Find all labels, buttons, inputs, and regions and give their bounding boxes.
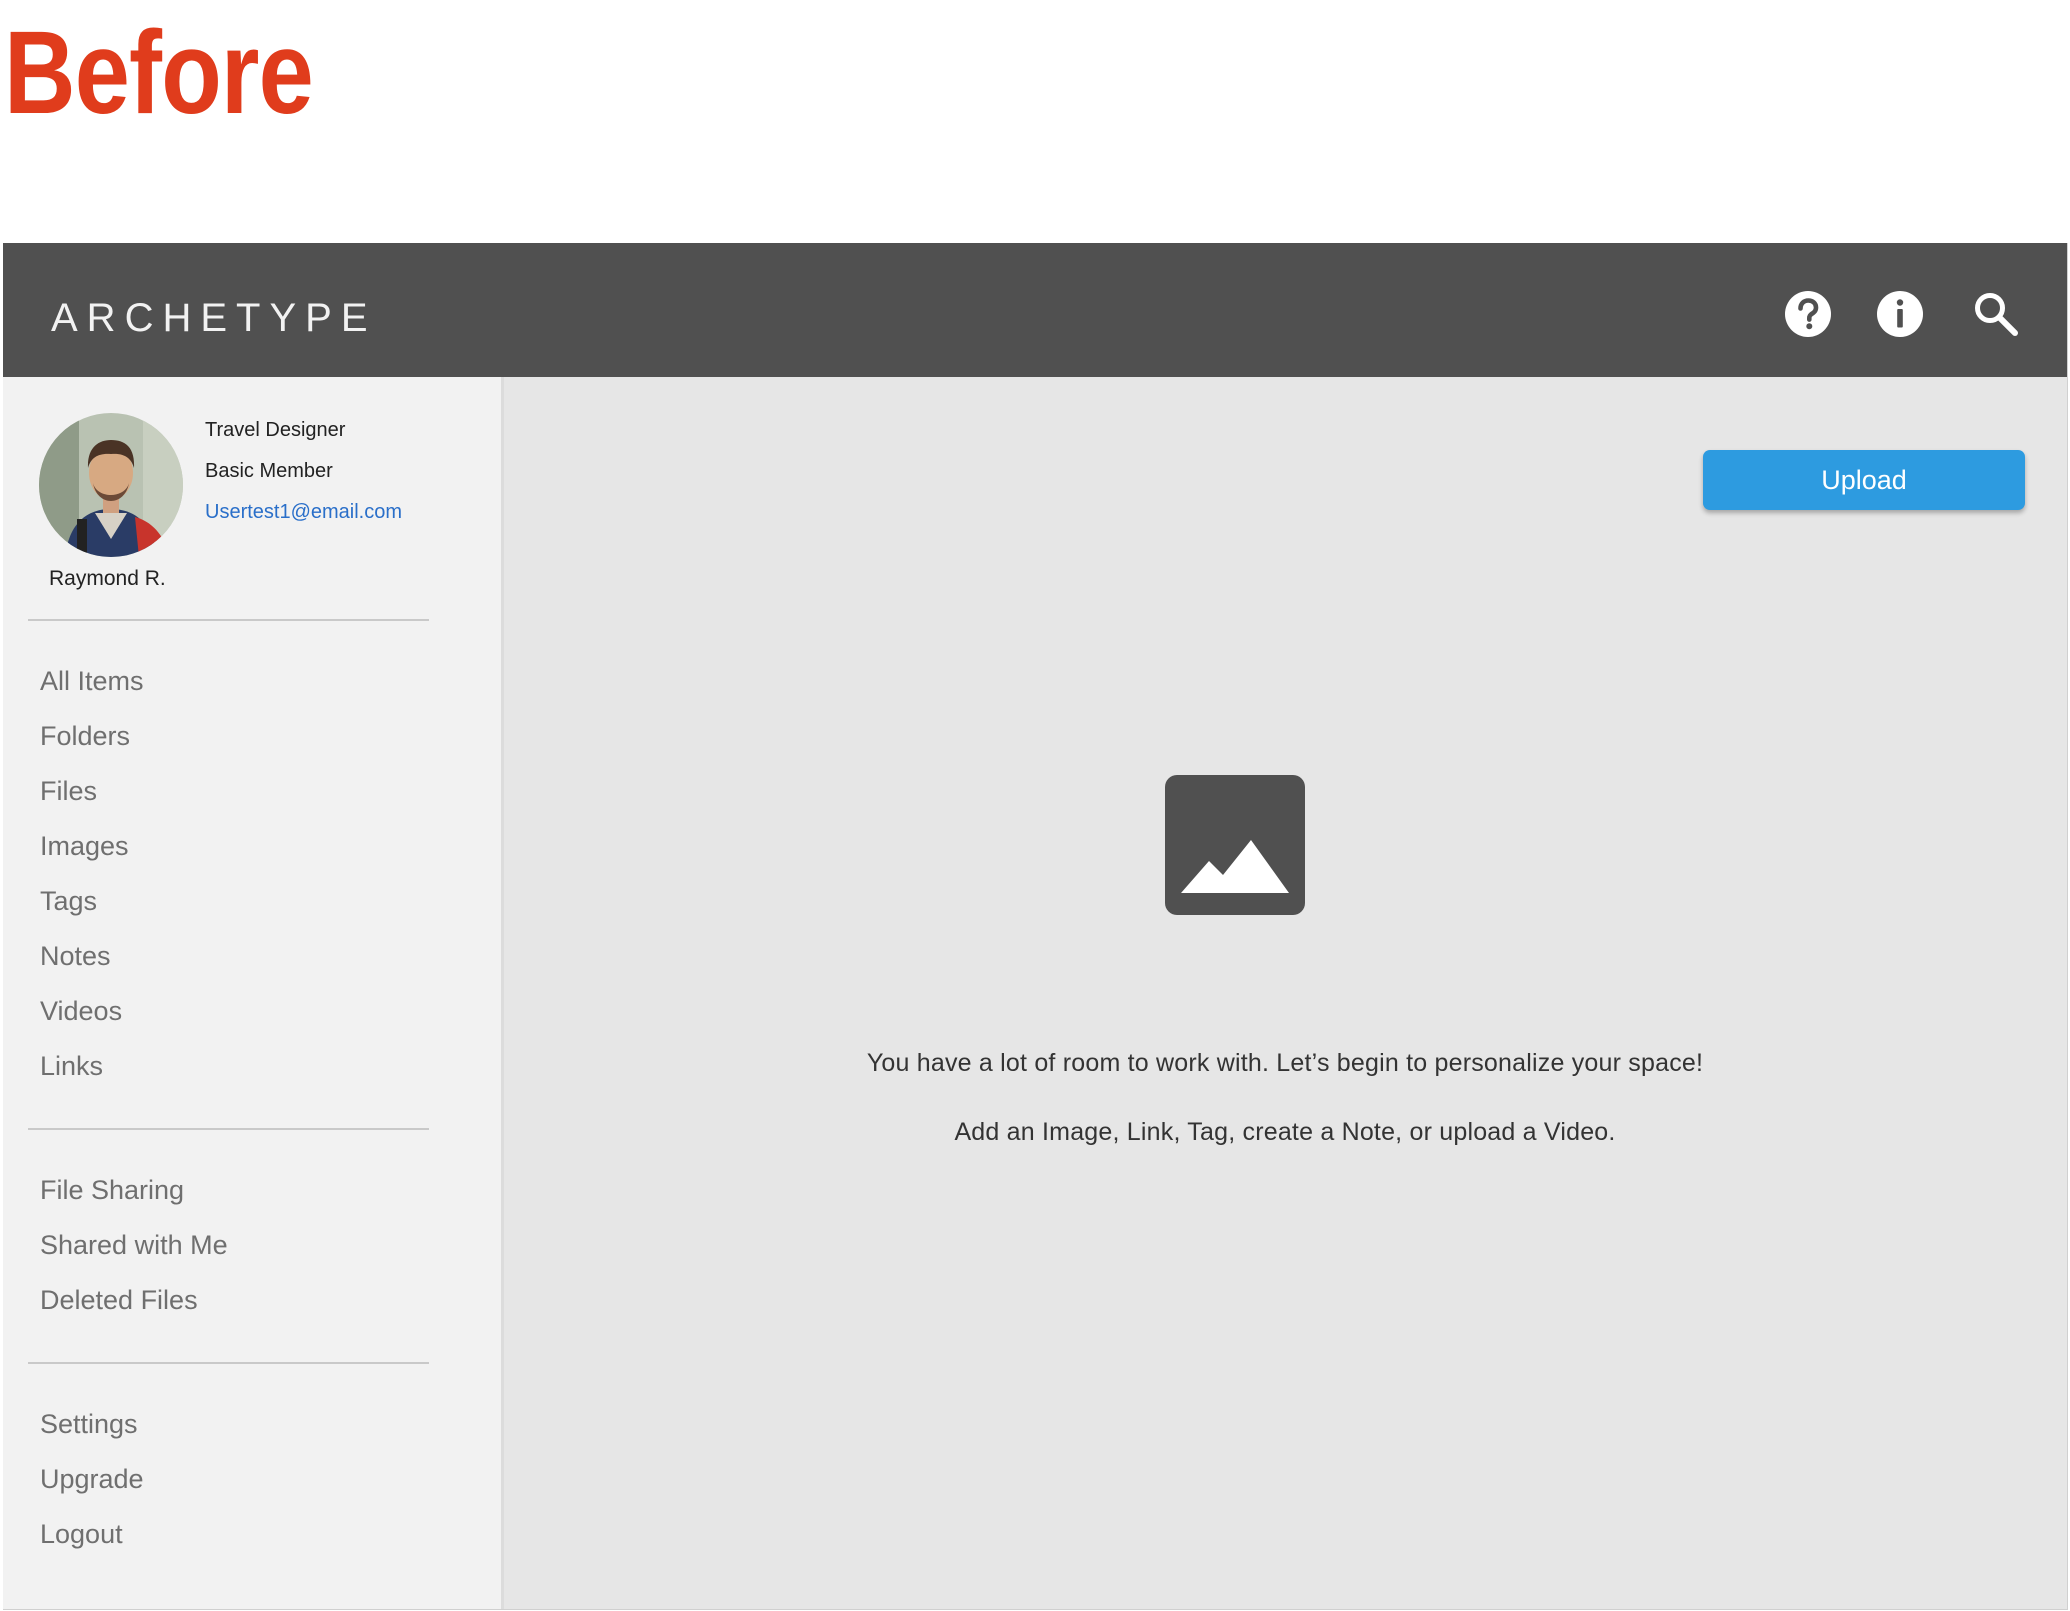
sidebar-item-images[interactable]: Images — [40, 833, 129, 860]
profile-membership: Basic Member — [205, 460, 333, 482]
sidebar-divider — [28, 1362, 429, 1364]
sidebar-item-tags[interactable]: Tags — [40, 888, 97, 915]
sidebar-divider — [28, 1128, 429, 1130]
sidebar-item-deleted-files[interactable]: Deleted Files — [40, 1287, 198, 1314]
sidebar-item-videos[interactable]: Videos — [40, 998, 122, 1025]
sidebar-item-settings[interactable]: Settings — [40, 1411, 138, 1438]
sidebar-divider — [28, 619, 429, 621]
sidebar-item-upgrade[interactable]: Upgrade — [40, 1466, 144, 1493]
avatar[interactable] — [39, 413, 183, 557]
sidebar-item-files[interactable]: Files — [40, 778, 97, 805]
sidebar-item-folders[interactable]: Folders — [40, 723, 130, 750]
profile-name: Raymond R. — [49, 567, 166, 590]
slide-label: Before — [4, 7, 314, 139]
empty-state-hint: Add an Image, Link, Tag, create a Note, … — [954, 1118, 1616, 1146]
info-icon[interactable] — [1875, 289, 1925, 339]
search-icon[interactable] — [1971, 289, 2021, 339]
sidebar-item-shared-with-me[interactable]: Shared with Me — [40, 1232, 228, 1259]
help-icon[interactable] — [1783, 289, 1833, 339]
sidebar-item-logout[interactable]: Logout — [40, 1521, 123, 1548]
upload-button[interactable]: Upload — [1703, 450, 2025, 510]
app-window: ARCHETYPE Travel Designer Basic Member U… — [3, 243, 2068, 1610]
top-bar: ARCHETYPE — [3, 243, 2067, 377]
sidebar-item-file-sharing[interactable]: File Sharing — [40, 1177, 184, 1204]
sidebar-item-links[interactable]: Links — [40, 1053, 103, 1080]
profile-email[interactable]: Usertest1@email.com — [205, 502, 402, 522]
profile-role: Travel Designer — [205, 419, 346, 441]
sidebar-item-notes[interactable]: Notes — [40, 943, 111, 970]
brand-logo: ARCHETYPE — [51, 296, 377, 340]
image-placeholder-icon — [1165, 775, 1305, 915]
sidebar-item-all-items[interactable]: All Items — [40, 668, 144, 695]
empty-state-message: You have a lot of room to work with. Let… — [866, 1049, 1704, 1077]
sidebar: Travel Designer Basic Member Usertest1@e… — [3, 377, 504, 1609]
